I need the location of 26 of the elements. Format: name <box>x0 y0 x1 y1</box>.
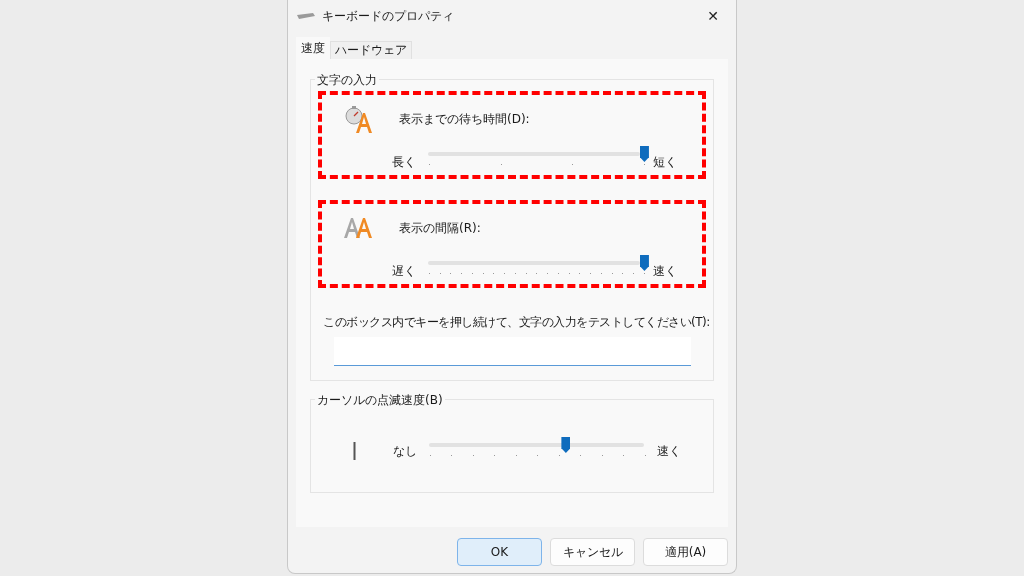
max-label: 短く <box>653 153 679 171</box>
group-title: 文字の入力 <box>315 72 379 89</box>
tab[interactable]: ハードウェア <box>330 41 412 59</box>
dialog-button[interactable]: 適用(A) <box>643 538 728 566</box>
stopwatch-letter-icon <box>344 104 374 134</box>
close-button[interactable]: ✕ <box>690 0 736 32</box>
min-label: 長く <box>390 153 416 171</box>
keyboard-icon <box>296 12 316 20</box>
test-label: このボックス内でキーを押し続けて、文字の入力をテストしてください(T): <box>323 314 710 331</box>
dialog-button[interactable]: キャンセル <box>550 538 635 566</box>
tab[interactable]: 速度 <box>296 37 330 59</box>
letters-icon <box>344 217 374 239</box>
max-label: 速く <box>656 442 682 460</box>
slider-label: 表示までの待ち時間(D): <box>399 110 530 128</box>
window-title: キーボードのプロパティ <box>322 7 455 25</box>
slider-label: 表示の間隔(R): <box>399 219 481 237</box>
group-title: カーソルの点滅速度(B) <box>315 392 445 409</box>
min-label: なし <box>391 442 417 460</box>
text-cursor-icon <box>353 442 357 460</box>
test-input-field[interactable] <box>334 337 691 366</box>
slider-thumb[interactable] <box>561 437 571 453</box>
max-label: 速く <box>653 262 679 280</box>
min-label: 遅く <box>390 262 416 280</box>
slider-thumb[interactable] <box>639 146 649 162</box>
dialog-button[interactable]: OK <box>457 538 542 566</box>
slider-thumb[interactable] <box>639 255 649 271</box>
